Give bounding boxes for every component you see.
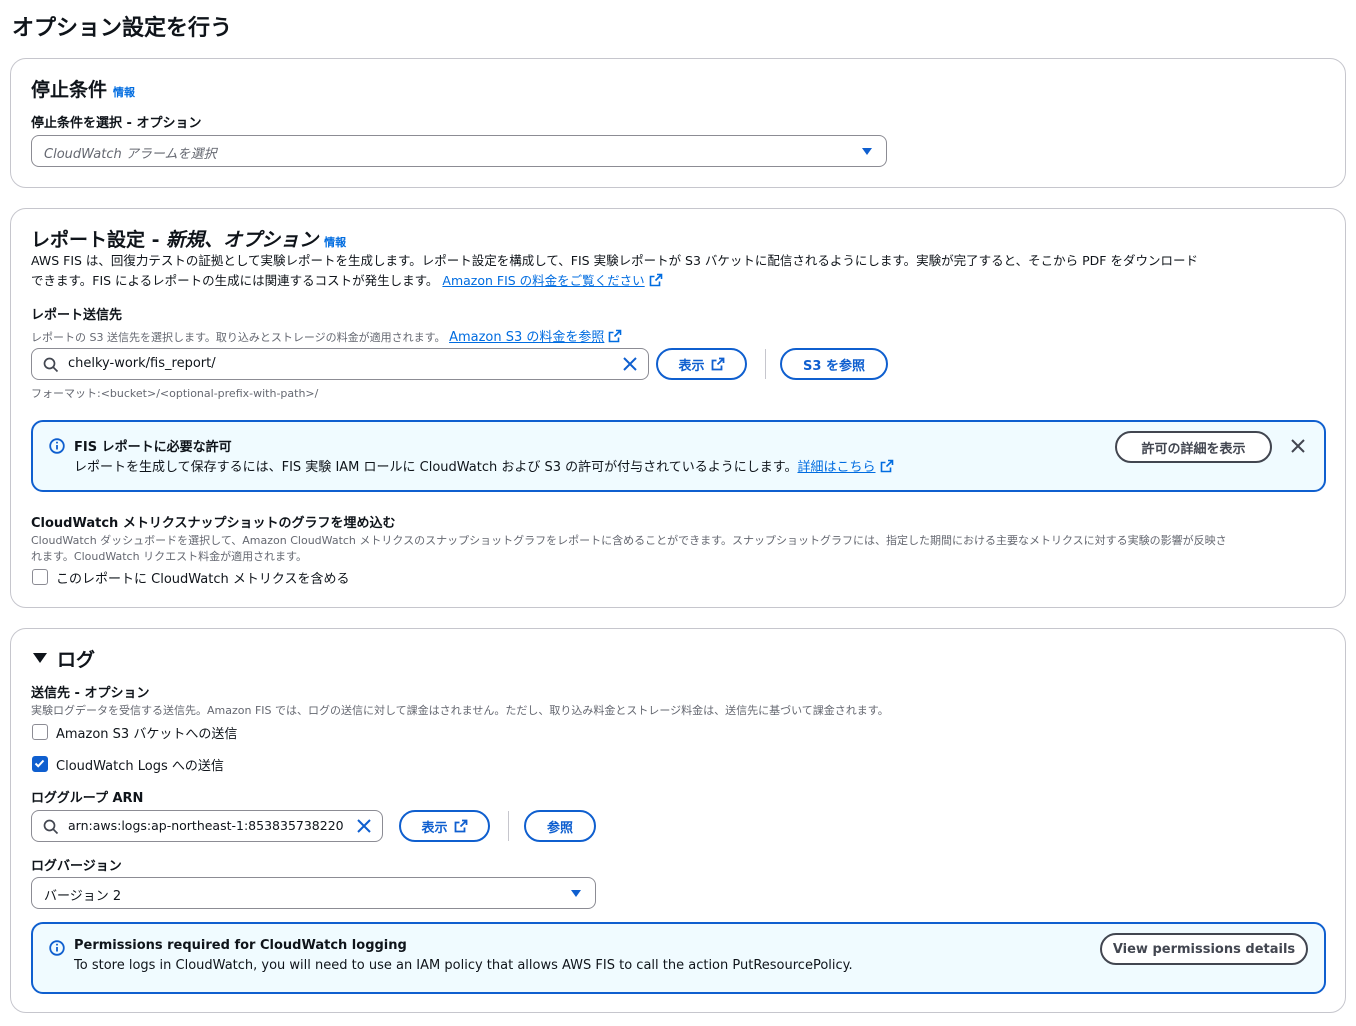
external-link-icon — [711, 357, 724, 371]
learn-more-link[interactable]: 詳細はこちら — [797, 460, 875, 475]
send-to-cloudwatch-checkbox[interactable] — [32, 756, 48, 772]
alert-text-body: レポートを生成して保存するには、FIS 実験 IAM ロールに CloudWat… — [74, 460, 798, 475]
stop-conditions-title: 停止条件 — [31, 79, 108, 101]
alert-text: To store logs in CloudWatch, you will ne… — [74, 958, 853, 973]
report-info-link[interactable]: 情報 — [324, 236, 346, 249]
log-group-view-button[interactable]: 表示 — [399, 810, 490, 842]
report-description-line2: できます。FIS によるレポートの生成には関連するコストが発生します。 Amaz… — [31, 271, 663, 291]
external-link-icon — [880, 459, 893, 473]
view-permission-details-button[interactable]: 許可の詳細を表示 — [1115, 431, 1272, 463]
report-destination-label: レポート送信先 — [31, 308, 123, 323]
log-group-browse-button[interactable]: 参照 — [524, 810, 596, 842]
logs-card: ログ 送信先 - オプション 実験ログデータを受信する送信先。Amazon FI… — [10, 628, 1346, 1013]
report-settings-card: レポート設定 - 新規、オプション 情報 AWS FIS は、回復力テストの証拠と… — [10, 208, 1346, 608]
divider — [508, 811, 509, 841]
caret-down-icon — [571, 890, 581, 897]
search-icon — [43, 357, 59, 373]
cloudwatch-alarm-placeholder: CloudWatch アラームを選択 — [44, 147, 217, 162]
cloudwatch-logging-permissions-alert: Permissions required for CloudWatch logg… — [31, 922, 1326, 994]
report-destination-input[interactable]: chelky-work/fis_report/ — [31, 348, 649, 380]
report-description-line1: AWS FIS は、回復力テストの証拠として実験レポートを生成します。レポート設… — [31, 253, 1198, 268]
alert-title: FIS レポートに必要な許可 — [74, 440, 232, 455]
cloudwatch-snapshot-desc-line1: CloudWatch ダッシュボードを選択して、Amazon CloudWatc… — [31, 534, 1227, 547]
close-icon[interactable] — [1290, 438, 1306, 454]
send-to-cloudwatch-label: CloudWatch Logs への送信 — [56, 759, 224, 774]
clear-icon[interactable] — [622, 356, 638, 372]
external-link-icon — [608, 329, 622, 343]
send-to-s3-checkbox[interactable] — [32, 724, 48, 740]
log-destination-desc: 実験ログデータを受信する送信先。Amazon FIS では、ログの送信に対して課… — [31, 704, 889, 717]
browse-s3-button[interactable]: S3 を参照 — [780, 348, 888, 380]
format-hint: フォーマット:<bucket>/<optional-prefix-with-pa… — [31, 387, 319, 400]
info-icon — [49, 940, 65, 956]
stop-select-label: 停止条件を選択 - オプション — [31, 116, 202, 131]
info-icon — [49, 438, 65, 454]
logs-heading[interactable]: ログ — [57, 645, 95, 672]
log-group-arn-label: ロググループ ARN — [31, 791, 144, 806]
report-destination-desc: レポートの S3 送信先を選択します。取り込みとストレージの料金が適用されます。… — [31, 326, 622, 345]
page-title: オプション設定を行う — [12, 16, 233, 41]
divider — [765, 349, 766, 379]
search-icon — [43, 819, 59, 835]
log-group-arn-value: arn:aws:logs:ap-northeast-1:853835738220 — [68, 818, 344, 833]
check-icon — [34, 759, 45, 768]
cloudwatch-snapshot-label: CloudWatch メトリクスナップショットのグラフを埋め込む — [31, 516, 396, 531]
view-permissions-details-button[interactable]: View permissions details — [1100, 933, 1308, 965]
report-heading: レポート設定 - 新規、オプション 情報 — [31, 225, 346, 252]
alert-text: レポートを生成して保存するには、FIS 実験 IAM ロールに CloudWat… — [74, 456, 894, 475]
log-version-value: バージョン 2 — [44, 889, 122, 904]
log-destination-label: 送信先 - オプション — [31, 682, 149, 701]
log-destination-label-text: 送信先 - オプション — [31, 686, 150, 701]
log-group-arn-input[interactable]: arn:aws:logs:ap-northeast-1:853835738220 — [31, 810, 383, 842]
expand-toggle-icon[interactable] — [33, 653, 47, 663]
cloudwatch-alarm-select[interactable]: CloudWatch アラームを選択 — [31, 135, 887, 167]
stop-conditions-heading: 停止条件 情報 — [31, 75, 135, 102]
external-link-icon — [454, 819, 467, 833]
report-view-label: 表示 — [678, 358, 705, 374]
external-link-icon — [649, 273, 662, 287]
log-version-label: ログバージョン — [31, 859, 122, 874]
report-heading-main: レポート設定 - — [31, 229, 167, 251]
report-destination-desc-text: レポートの S3 送信先を選択します。取り込みとストレージの料金が適用されます。 — [31, 331, 446, 344]
clear-icon[interactable] — [356, 818, 372, 834]
include-cloudwatch-metrics-label: このレポートに CloudWatch メトリクスを含める — [56, 572, 350, 587]
stop-conditions-card: 停止条件 情報 停止条件を選択 - オプション CloudWatch アラームを選… — [10, 58, 1346, 188]
report-view-button[interactable]: 表示 — [656, 348, 747, 380]
s3-pricing-link[interactable]: Amazon S3 の料金を参照 — [449, 330, 604, 345]
log-group-view-label: 表示 — [421, 820, 448, 836]
log-version-select[interactable]: バージョン 2 — [31, 877, 596, 909]
send-to-s3-label: Amazon S3 バケットへの送信 — [56, 727, 238, 742]
report-description-text: できます。FIS によるレポートの生成には関連するコストが発生します。 — [31, 273, 439, 288]
stop-info-link[interactable]: 情報 — [113, 86, 135, 99]
alert-title: Permissions required for CloudWatch logg… — [74, 938, 407, 953]
caret-down-icon — [862, 148, 872, 155]
report-heading-italic: 新規、オプション — [166, 229, 319, 251]
fis-pricing-link[interactable]: Amazon FIS の料金をご覧ください — [442, 273, 644, 288]
include-cloudwatch-metrics-checkbox[interactable] — [32, 569, 48, 585]
fis-report-permissions-alert: FIS レポートに必要な許可 レポートを生成して保存するには、FIS 実験 IA… — [31, 420, 1326, 492]
cloudwatch-snapshot-desc-line2: れます。CloudWatch リクエスト料金が適用されます。 — [31, 550, 307, 563]
report-destination-value: chelky-work/fis_report/ — [68, 356, 216, 371]
